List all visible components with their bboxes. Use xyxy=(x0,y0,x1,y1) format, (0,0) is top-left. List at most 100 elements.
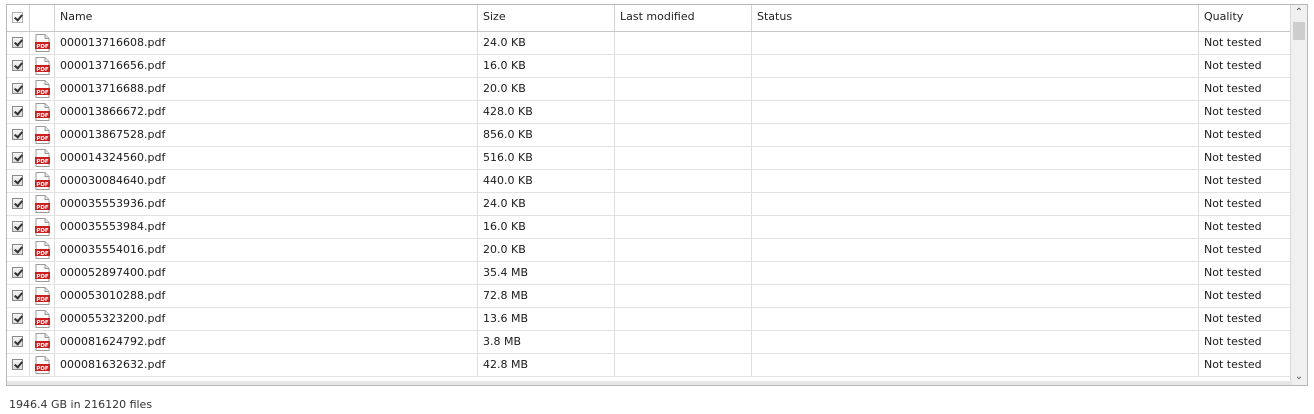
table-row[interactable]: PDF 000053010288.pdf 72.8 MB Not tested xyxy=(7,285,1292,308)
row-checkbox-checked-icon[interactable] xyxy=(12,152,23,163)
pdf-file-icon: PDF xyxy=(35,172,50,190)
table-row[interactable]: PDF 000013716656.pdf 16.0 KB Not tested xyxy=(7,55,1292,78)
svg-text:PDF: PDF xyxy=(36,228,49,234)
file-icon-cell: PDF xyxy=(30,124,55,146)
file-status xyxy=(752,78,1199,100)
svg-text:PDF: PDF xyxy=(36,159,49,165)
select-cell[interactable] xyxy=(7,239,30,261)
table-row[interactable]: PDF 000030084640.pdf 440.0 KB Not tested xyxy=(7,170,1292,193)
file-quality: Not tested xyxy=(1204,128,1262,141)
row-checkbox-checked-icon[interactable] xyxy=(12,336,23,347)
header-name[interactable]: Name xyxy=(55,5,478,31)
select-cell[interactable] xyxy=(7,262,30,284)
row-checkbox-checked-icon[interactable] xyxy=(12,359,23,370)
table-row[interactable]: PDF 000055323200.pdf 13.6 MB Not tested xyxy=(7,308,1292,331)
select-cell[interactable] xyxy=(7,170,30,192)
table-row[interactable]: PDF 000081624792.pdf 3.8 MB Not tested xyxy=(7,331,1292,354)
row-checkbox-checked-icon[interactable] xyxy=(12,175,23,186)
select-cell[interactable] xyxy=(7,285,30,307)
svg-text:PDF: PDF xyxy=(36,366,49,372)
row-checkbox-checked-icon[interactable] xyxy=(12,198,23,209)
svg-text:PDF: PDF xyxy=(36,251,49,257)
file-name: 000052897400.pdf xyxy=(55,262,478,284)
table-row[interactable]: PDF 000013716688.pdf 20.0 KB Not tested xyxy=(7,78,1292,101)
file-icon-cell: PDF xyxy=(30,147,55,169)
file-size: 856.0 KB xyxy=(478,124,615,146)
file-name: 000035554016.pdf xyxy=(55,239,478,261)
file-size: 24.0 KB xyxy=(478,32,615,54)
file-status xyxy=(752,147,1199,169)
row-checkbox-checked-icon[interactable] xyxy=(12,313,23,324)
table-row[interactable]: PDF 000052897400.pdf 35.4 MB Not tested xyxy=(7,262,1292,285)
file-icon-cell: PDF xyxy=(30,170,55,192)
file-icon-cell: PDF xyxy=(30,262,55,284)
file-last-modified xyxy=(615,308,752,330)
file-name: 000013716656.pdf xyxy=(55,55,478,77)
row-checkbox-checked-icon[interactable] xyxy=(12,129,23,140)
vertical-scrollbar[interactable]: ⌃ ⌄ xyxy=(1290,5,1307,385)
header-status[interactable]: Status xyxy=(752,5,1199,31)
file-status xyxy=(752,170,1199,192)
header-select-column[interactable] xyxy=(7,5,30,31)
file-icon-cell: PDF xyxy=(30,216,55,238)
pdf-file-icon: PDF xyxy=(35,287,50,305)
select-cell[interactable] xyxy=(7,147,30,169)
table-row[interactable]: PDF 000013716608.pdf 24.0 KB Not tested xyxy=(7,32,1292,55)
row-checkbox-checked-icon[interactable] xyxy=(12,60,23,71)
file-last-modified xyxy=(615,170,752,192)
scrollbar-thumb[interactable] xyxy=(1293,22,1305,40)
row-checkbox-checked-icon[interactable] xyxy=(12,267,23,278)
select-cell[interactable] xyxy=(7,101,30,123)
file-size: 16.0 KB xyxy=(478,216,615,238)
table-row[interactable]: PDF 000035553936.pdf 24.0 KB Not tested xyxy=(7,193,1292,216)
select-cell[interactable] xyxy=(7,354,30,376)
file-status xyxy=(752,308,1199,330)
header-quality[interactable]: Quality xyxy=(1199,5,1292,31)
select-cell[interactable] xyxy=(7,216,30,238)
select-cell[interactable] xyxy=(7,331,30,353)
table-row[interactable]: PDF 000013866672.pdf 428.0 KB Not tested xyxy=(7,101,1292,124)
file-name: 000013867528.pdf xyxy=(55,124,478,146)
select-cell[interactable] xyxy=(7,308,30,330)
svg-text:PDF: PDF xyxy=(36,113,49,119)
table-row[interactable]: PDF 000035553984.pdf 16.0 KB Not tested xyxy=(7,216,1292,239)
select-cell[interactable] xyxy=(7,55,30,77)
row-checkbox-checked-icon[interactable] xyxy=(12,37,23,48)
table-row[interactable]: PDF 000014324560.pdf 516.0 KB Not tested xyxy=(7,147,1292,170)
file-quality: Not tested xyxy=(1204,266,1262,279)
file-size: 42.8 MB xyxy=(478,354,615,376)
scroll-up-arrow-icon[interactable]: ⌃ xyxy=(1291,5,1307,21)
row-checkbox-checked-icon[interactable] xyxy=(12,106,23,117)
file-size: 35.4 MB xyxy=(478,262,615,284)
select-all-checkbox[interactable] xyxy=(12,12,23,23)
table-row[interactable]: PDF 000013867528.pdf 856.0 KB Not tested xyxy=(7,124,1292,147)
table-row[interactable]: PDF 000035554016.pdf 20.0 KB Not tested xyxy=(7,239,1292,262)
row-checkbox-checked-icon[interactable] xyxy=(12,221,23,232)
file-last-modified xyxy=(615,147,752,169)
row-checkbox-checked-icon[interactable] xyxy=(12,290,23,301)
svg-text:PDF: PDF xyxy=(36,44,49,50)
table-row[interactable]: PDF 000081632632.pdf 42.8 MB Not tested xyxy=(7,354,1292,377)
horizontal-scrollbar[interactable] xyxy=(7,381,1292,385)
row-checkbox-checked-icon[interactable] xyxy=(12,244,23,255)
select-cell[interactable] xyxy=(7,32,30,54)
scroll-down-arrow-icon[interactable]: ⌄ xyxy=(1291,369,1307,385)
file-last-modified xyxy=(615,239,752,261)
file-name: 000014324560.pdf xyxy=(55,147,478,169)
select-cell[interactable] xyxy=(7,78,30,100)
file-status xyxy=(752,262,1199,284)
file-quality: Not tested xyxy=(1204,36,1262,49)
file-size: 516.0 KB xyxy=(478,147,615,169)
header-last-modified[interactable]: Last modified xyxy=(615,5,752,31)
pdf-file-icon: PDF xyxy=(35,264,50,282)
file-quality: Not tested xyxy=(1204,105,1262,118)
select-cell[interactable] xyxy=(7,193,30,215)
svg-text:PDF: PDF xyxy=(36,90,49,96)
file-icon-cell: PDF xyxy=(30,354,55,376)
select-cell[interactable] xyxy=(7,124,30,146)
file-name: 000035553984.pdf xyxy=(55,216,478,238)
row-checkbox-checked-icon[interactable] xyxy=(12,83,23,94)
file-name: 000081624792.pdf xyxy=(55,331,478,353)
file-last-modified xyxy=(615,354,752,376)
header-size[interactable]: Size xyxy=(478,5,615,31)
